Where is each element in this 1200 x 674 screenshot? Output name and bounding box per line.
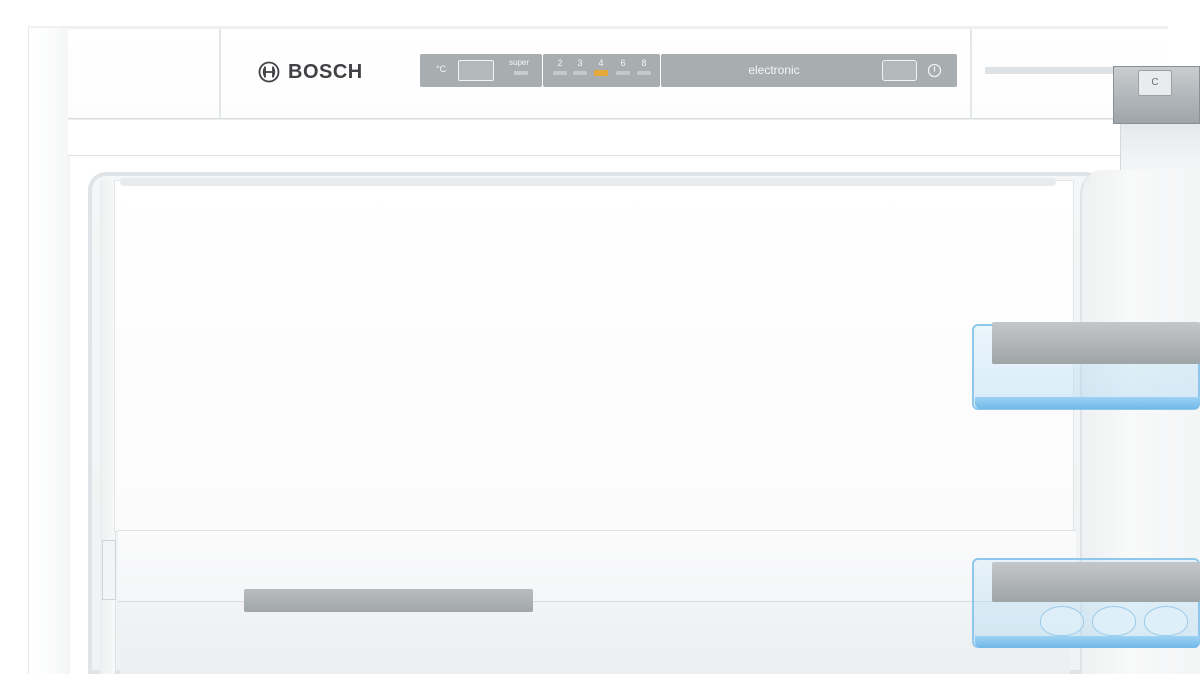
level-label: 6: [620, 58, 626, 68]
level-label: 8: [641, 58, 647, 68]
super-label: super: [509, 58, 530, 67]
level-indicator: [573, 71, 587, 75]
control-strip-divider: [970, 29, 972, 119]
freezer-compartment-door[interactable]: [114, 180, 1074, 532]
setting-button[interactable]: [882, 60, 917, 81]
power-icon[interactable]: [927, 63, 942, 78]
egg-holder: [1040, 606, 1084, 636]
door-top-band: [68, 119, 1168, 156]
door-shelf-trim: [992, 562, 1200, 602]
brand-logo: BOSCH: [258, 58, 363, 86]
cabinet-left-wall: [28, 28, 70, 674]
hinge-mount: [1120, 124, 1200, 174]
door-shelf-edge: [975, 636, 1200, 648]
egg-holder: [1092, 606, 1136, 636]
super-indicator: [514, 71, 528, 75]
door-shelf-trim: [992, 322, 1200, 364]
level-indicator: [637, 71, 651, 75]
electronic-label: electronic: [748, 63, 800, 77]
level-label: 2: [557, 58, 563, 68]
level-label: 3: [577, 58, 583, 68]
level-label: 4: [598, 58, 604, 68]
hinge-bar: [985, 67, 1125, 74]
freezer-door-handle[interactable]: [244, 589, 533, 612]
control-strip-divider: [219, 29, 221, 119]
egg-holder: [1144, 606, 1188, 636]
lower-compartment: [120, 603, 1070, 674]
unit-label: °C: [436, 64, 447, 74]
freezer-compartment-rim: [120, 178, 1056, 186]
level-indicator: [553, 71, 567, 75]
rail-clip: [102, 540, 116, 600]
hinge-cap: C: [1138, 70, 1172, 96]
door-shelf-edge: [975, 397, 1200, 409]
temperature-button[interactable]: [458, 60, 494, 81]
level-indicator: [616, 71, 630, 75]
brand-name: BOSCH: [288, 60, 363, 83]
bosch-armature-icon: [258, 61, 280, 83]
level-indicator-active: [594, 70, 608, 76]
